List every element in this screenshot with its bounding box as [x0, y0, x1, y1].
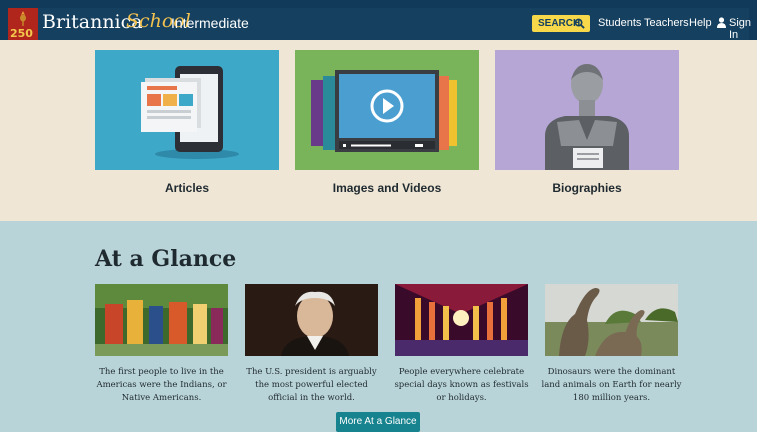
at-a-glance-heading: At a Glance [95, 246, 237, 272]
articles-label[interactable]: Articles [95, 181, 279, 195]
images-videos-label[interactable]: Images and Videos [295, 181, 479, 195]
biographies-tile[interactable] [495, 50, 679, 170]
search-button[interactable]: SEARCH [532, 15, 590, 32]
glance-festival-image[interactable] [395, 284, 528, 356]
video-player-icon [295, 50, 479, 170]
glance-president-image[interactable] [245, 284, 378, 356]
tablet-article-icon [95, 50, 279, 170]
glance-caption-native-americans: The first people to live in the Americas… [96, 367, 227, 403]
thistle-icon [20, 11, 26, 26]
glance-caption-dinosaurs: Dinosaurs were the dominant land animals… [541, 367, 682, 403]
glance-caption-festivals: People everywhere celebrate special days… [394, 367, 529, 403]
search-icon [574, 18, 585, 29]
glance-caption-president: The U.S. president is arguably the most … [246, 367, 377, 403]
user-icon [717, 17, 726, 28]
articles-tile[interactable] [95, 50, 279, 170]
nav-students[interactable]: Students [598, 17, 641, 29]
festival-photo [395, 284, 528, 356]
glance-dinosaurs-image[interactable] [545, 284, 678, 356]
nav-sign-in[interactable]: Sign In [729, 17, 757, 41]
brand-level[interactable]: Intermediate [171, 15, 249, 31]
nav-help[interactable]: Help [689, 17, 712, 29]
nav-teachers[interactable]: Teachers [644, 17, 689, 29]
biographies-label[interactable]: Biographies [495, 181, 679, 195]
glance-native-americans-image[interactable] [95, 284, 228, 356]
portrait-photo [245, 284, 378, 356]
more-at-a-glance-button[interactable]: More At a Glance [336, 412, 420, 432]
images-videos-tile[interactable] [295, 50, 479, 170]
dinosaurs-photo [545, 284, 678, 356]
bust-statue-icon [495, 50, 679, 170]
anniversary-number: 250 [10, 27, 33, 40]
britannica-250-logo[interactable]: 250 [8, 8, 38, 40]
dancers-photo [95, 284, 228, 356]
